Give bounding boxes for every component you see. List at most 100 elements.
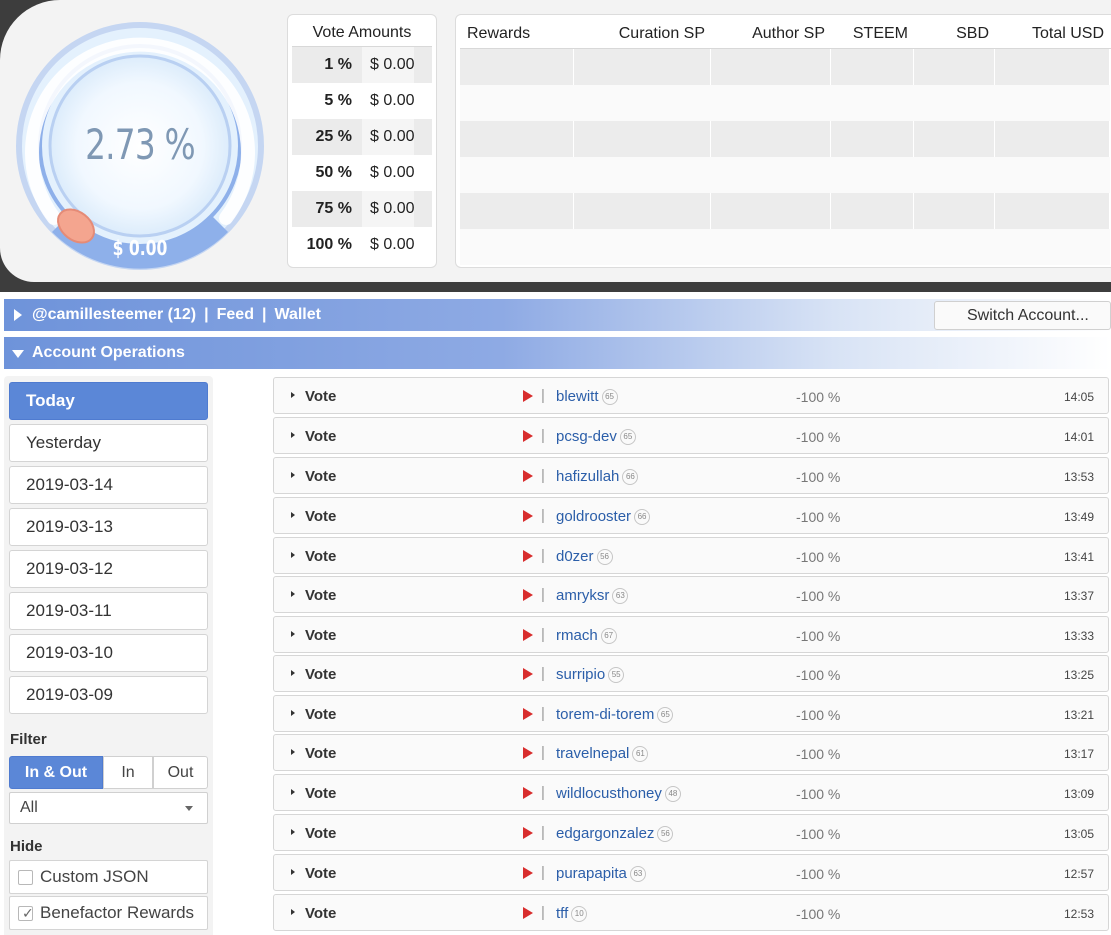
separator: | [541, 507, 545, 524]
expand-right-icon[interactable] [291, 392, 295, 398]
operation-row[interactable]: Vote | torem-di-torem 65 -100 % 13:21 [273, 695, 1109, 732]
user-link[interactable]: surripio 55 [556, 666, 625, 683]
expand-right-icon[interactable] [291, 552, 295, 558]
account-operations-bar[interactable]: Account Operations [4, 337, 1111, 369]
operation-row[interactable]: Vote | amryksr 63 -100 % 13:37 [273, 576, 1109, 613]
day-button[interactable]: 2019-03-12 [9, 550, 208, 588]
operation-row[interactable]: Vote | tff 10 -100 % 12:53 [273, 894, 1109, 931]
day-button[interactable]: 2019-03-13 [9, 508, 208, 546]
username[interactable]: rmach [556, 627, 598, 644]
play-icon[interactable] [523, 629, 533, 641]
username[interactable]: purapapita [556, 865, 627, 882]
play-icon[interactable] [523, 430, 533, 442]
vote-weight: -100 % [796, 588, 841, 604]
operation-time: 13:05 [1063, 827, 1094, 841]
operation-row[interactable]: Vote | hafizullah 66 -100 % 13:53 [273, 457, 1109, 494]
operation-type-select[interactable]: All [9, 792, 208, 824]
hide-custom-json-checkbox[interactable]: Custom JSON [9, 860, 208, 894]
expand-right-icon[interactable] [291, 670, 295, 676]
day-button[interactable]: 2019-03-09 [9, 676, 208, 714]
hide-benefactor-rewards-checkbox[interactable]: ✓ Benefactor Rewards [9, 896, 208, 930]
expand-right-icon[interactable] [291, 631, 295, 637]
user-link[interactable]: amryksr 63 [556, 587, 629, 604]
separator: | [541, 547, 545, 564]
operation-row[interactable]: Vote | edgargonzalez 56 -100 % 13:05 [273, 814, 1109, 851]
play-icon[interactable] [523, 668, 533, 680]
play-icon[interactable] [523, 550, 533, 562]
operation-row[interactable]: Vote | pcsg-dev 65 -100 % 14:01 [273, 417, 1109, 454]
user-link[interactable]: torem-di-torem 65 [556, 706, 674, 723]
vote-weight: -100 % [796, 469, 841, 485]
expand-right-icon[interactable] [291, 909, 295, 915]
operation-row[interactable]: Vote | travelnepal 61 -100 % 13:17 [273, 734, 1109, 771]
day-button[interactable]: 2019-03-11 [9, 592, 208, 630]
operation-row[interactable]: Vote | blewitt 65 -100 % 14:05 [273, 377, 1109, 414]
user-link[interactable]: edgargonzalez 56 [556, 825, 674, 842]
play-icon[interactable] [523, 510, 533, 522]
operation-row[interactable]: Vote | rmach 67 -100 % 13:33 [273, 616, 1109, 653]
operation-row[interactable]: Vote | surripio 55 -100 % 13:25 [273, 655, 1109, 692]
play-icon[interactable] [523, 827, 533, 839]
expand-right-icon[interactable] [291, 591, 295, 597]
user-link[interactable]: blewitt 65 [556, 388, 618, 405]
collapse-down-icon[interactable] [12, 350, 24, 358]
filter-out-button[interactable]: Out [153, 756, 208, 789]
user-link[interactable]: pcsg-dev 65 [556, 428, 636, 445]
user-link[interactable]: wildlocusthoney 48 [556, 785, 681, 802]
username[interactable]: tff [556, 905, 568, 922]
expand-right-icon[interactable] [291, 472, 295, 478]
filter-in-out-button[interactable]: In & Out [9, 756, 103, 789]
operation-row[interactable]: Vote | d0zer 56 -100 % 13:41 [273, 537, 1109, 574]
username[interactable]: surripio [556, 666, 605, 683]
user-link[interactable]: hafizullah 66 [556, 468, 639, 485]
user-link[interactable]: tff 10 [556, 905, 588, 922]
checkbox-icon[interactable] [18, 870, 33, 885]
expand-right-icon[interactable] [291, 789, 295, 795]
play-icon[interactable] [523, 470, 533, 482]
play-icon[interactable] [523, 589, 533, 601]
play-icon[interactable] [523, 867, 533, 879]
operation-row[interactable]: Vote | purapapita 63 -100 % 12:57 [273, 854, 1109, 891]
play-icon[interactable] [523, 787, 533, 799]
switch-account-button[interactable]: Switch Account... [934, 301, 1111, 330]
username[interactable]: wildlocusthoney [556, 785, 662, 802]
play-icon[interactable] [523, 747, 533, 759]
play-icon[interactable] [523, 708, 533, 720]
expand-right-icon[interactable] [291, 512, 295, 518]
day-button[interactable]: 2019-03-10 [9, 634, 208, 672]
username[interactable]: d0zer [556, 548, 594, 565]
user-link[interactable]: travelnepal 61 [556, 745, 649, 762]
wallet-link[interactable]: Wallet [274, 306, 321, 323]
operation-row[interactable]: Vote | goldrooster 66 -100 % 13:49 [273, 497, 1109, 534]
username[interactable]: torem-di-torem [556, 706, 654, 723]
username[interactable]: travelnepal [556, 745, 629, 762]
filter-in-button[interactable]: In [103, 756, 153, 789]
user-link[interactable]: goldrooster 66 [556, 508, 651, 525]
username[interactable]: goldrooster [556, 508, 631, 525]
play-icon[interactable] [523, 907, 533, 919]
expand-right-icon[interactable] [291, 710, 295, 716]
account-link[interactable]: @camillesteemer (12) [32, 306, 196, 323]
username[interactable]: amryksr [556, 587, 609, 604]
expand-right-icon[interactable] [291, 432, 295, 438]
feed-link[interactable]: Feed [217, 306, 254, 323]
user-link[interactable]: rmach 67 [556, 627, 617, 644]
expand-right-icon[interactable] [291, 869, 295, 875]
expand-right-icon[interactable] [291, 829, 295, 835]
username[interactable]: hafizullah [556, 468, 619, 485]
operation-row[interactable]: Vote | wildlocusthoney 48 -100 % 13:09 [273, 774, 1109, 811]
expand-right-icon[interactable] [14, 309, 22, 321]
checkbox-icon[interactable]: ✓ [18, 905, 34, 921]
day-button[interactable]: 2019-03-14 [9, 466, 208, 504]
day-today-button[interactable]: Today [9, 382, 208, 420]
username[interactable]: blewitt [556, 388, 599, 405]
operation-type: Vote [305, 548, 337, 565]
operation-type: Vote [305, 666, 337, 683]
username[interactable]: pcsg-dev [556, 428, 617, 445]
username[interactable]: edgargonzalez [556, 825, 654, 842]
play-icon[interactable] [523, 390, 533, 402]
user-link[interactable]: purapapita 63 [556, 865, 646, 882]
user-link[interactable]: d0zer 56 [556, 548, 613, 565]
day-yesterday-button[interactable]: Yesterday [9, 424, 208, 462]
expand-right-icon[interactable] [291, 749, 295, 755]
